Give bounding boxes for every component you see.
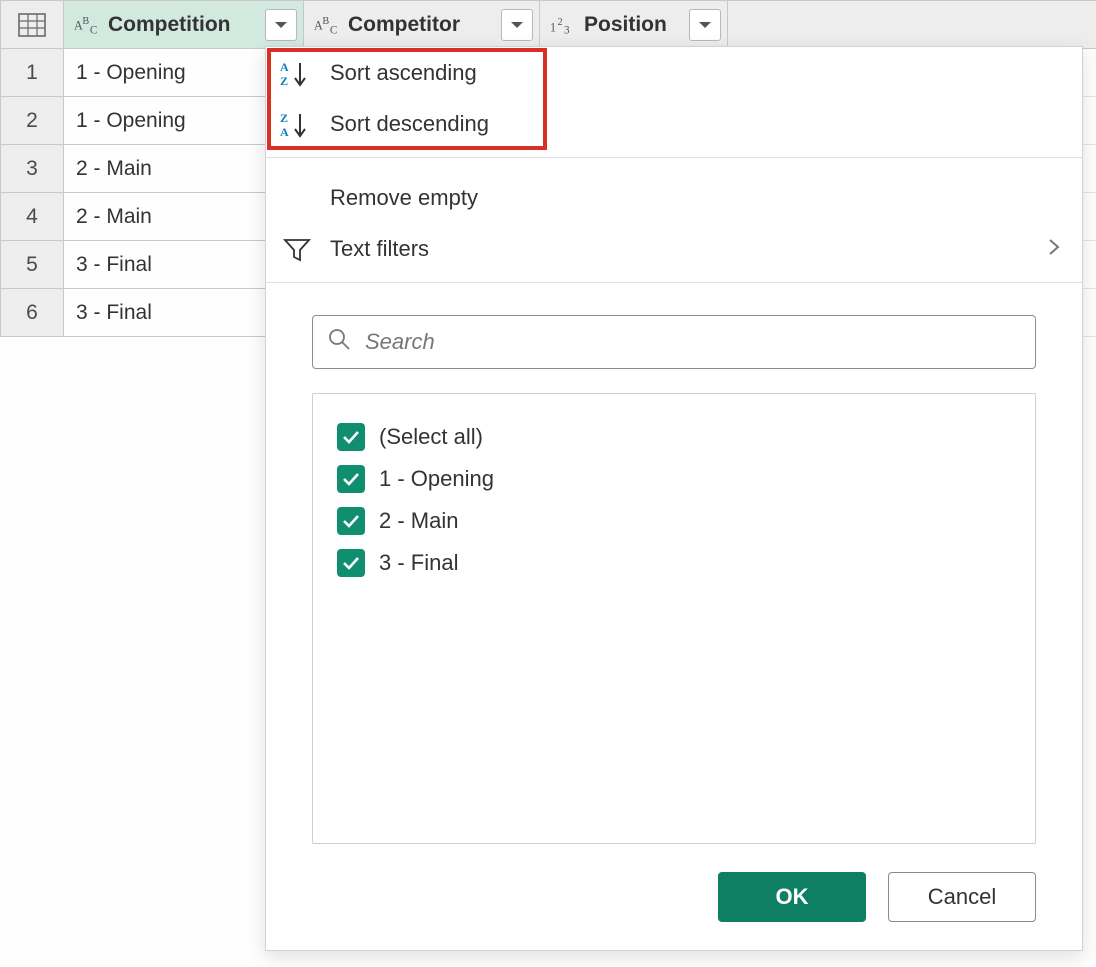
- filter-dropdown-button[interactable]: [265, 9, 297, 41]
- svg-text:C: C: [90, 24, 97, 36]
- checkbox-checked-icon[interactable]: [337, 507, 365, 535]
- menu-separator: [266, 157, 1082, 158]
- menu-text-filters[interactable]: Text filters: [266, 223, 1082, 274]
- filter-value-row[interactable]: 1 - Opening: [337, 458, 1011, 500]
- filter-value-label: 2 - Main: [379, 508, 458, 534]
- row-number: 5: [1, 241, 64, 289]
- filter-icon: [280, 234, 314, 264]
- chevron-down-icon: [510, 20, 524, 30]
- column-header-position[interactable]: 1 2 3 Position: [540, 1, 728, 49]
- text-type-icon: A B C: [74, 13, 102, 37]
- sort-descending-icon: Z A: [280, 109, 314, 139]
- menu-label: Sort descending: [330, 111, 489, 137]
- column-name: Competition: [108, 13, 230, 37]
- svg-text:B: B: [82, 16, 89, 27]
- search-icon: [327, 327, 351, 357]
- column-header-row: A B C Competition A B C Competitor: [1, 1, 1096, 49]
- filter-value-row[interactable]: 2 - Main: [337, 500, 1011, 542]
- search-section: [266, 297, 1082, 369]
- filter-dropdown-button[interactable]: [689, 9, 721, 41]
- filter-value-label: 1 - Opening: [379, 466, 494, 492]
- checkbox-checked-icon[interactable]: [337, 465, 365, 493]
- filter-value-row[interactable]: 3 - Final: [337, 542, 1011, 584]
- select-all-row[interactable]: (Select all): [337, 416, 1011, 458]
- svg-text:A: A: [280, 60, 289, 74]
- search-box[interactable]: [312, 315, 1036, 369]
- grid-corner[interactable]: [1, 1, 64, 49]
- search-input[interactable]: [363, 328, 1021, 356]
- checkbox-checked-icon[interactable]: [337, 423, 365, 451]
- filter-dropdown-button[interactable]: [501, 9, 533, 41]
- svg-text:A: A: [280, 125, 289, 138]
- svg-text:C: C: [330, 24, 337, 36]
- svg-text:1: 1: [550, 20, 556, 34]
- chevron-down-icon: [698, 20, 712, 30]
- row-number: 6: [1, 289, 64, 337]
- filter-value-label: 3 - Final: [379, 550, 458, 576]
- filter-dropdown-panel: A Z Sort ascending Z A Sort descending R…: [265, 46, 1083, 951]
- menu-sort-ascending[interactable]: A Z Sort ascending: [266, 47, 1082, 98]
- table-icon: [18, 13, 46, 37]
- row-number: 2: [1, 97, 64, 145]
- row-number: 3: [1, 145, 64, 193]
- sort-ascending-icon: A Z: [280, 58, 314, 88]
- column-header-competition[interactable]: A B C Competition: [64, 1, 304, 49]
- svg-text:B: B: [322, 16, 329, 27]
- row-number: 1: [1, 49, 64, 97]
- checkbox-checked-icon[interactable]: [337, 549, 365, 577]
- menu-label: Text filters: [330, 236, 429, 262]
- filter-value-label: (Select all): [379, 424, 483, 450]
- menu-sort-descending[interactable]: Z A Sort descending: [266, 98, 1082, 149]
- chevron-right-icon: [1048, 236, 1060, 262]
- column-name: Competitor: [348, 13, 460, 37]
- column-name: Position: [584, 13, 667, 37]
- column-header-competitor[interactable]: A B C Competitor: [304, 1, 540, 49]
- cancel-button[interactable]: Cancel: [888, 872, 1036, 922]
- menu-remove-empty[interactable]: Remove empty: [266, 172, 1082, 223]
- header-spacer: [728, 1, 1096, 49]
- svg-text:Z: Z: [280, 74, 288, 87]
- dialog-buttons: OK Cancel: [266, 844, 1082, 950]
- svg-text:2: 2: [557, 17, 562, 28]
- menu-label: Remove empty: [330, 185, 478, 211]
- menu-label: Sort ascending: [330, 60, 477, 86]
- menu-separator: [266, 282, 1082, 283]
- row-number: 4: [1, 193, 64, 241]
- number-type-icon: 1 2 3: [550, 13, 578, 37]
- svg-text:Z: Z: [280, 111, 288, 125]
- ok-button[interactable]: OK: [718, 872, 866, 922]
- filter-values-list: (Select all) 1 - Opening 2 - Main 3 - Fi…: [312, 393, 1036, 844]
- chevron-down-icon: [274, 20, 288, 30]
- svg-text:3: 3: [564, 24, 570, 36]
- text-type-icon: A B C: [314, 13, 342, 37]
